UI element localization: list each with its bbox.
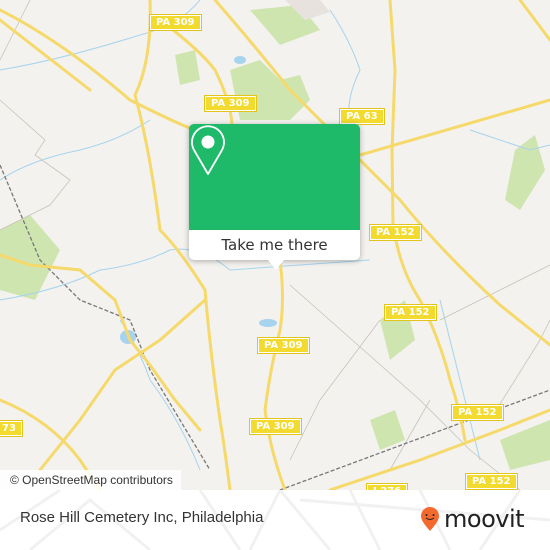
destination-popup: Take me there [189,124,360,270]
road-shield-pa152: PA 152 [384,304,437,321]
road-shield-pa152: PA 152 [465,473,518,490]
park [505,135,545,210]
park [175,50,200,85]
map-view[interactable]: PA 309 PA 309 PA 63 PA 152 PA 152 PA 309… [0,0,550,490]
take-me-there-button[interactable]: Take me there [189,230,360,260]
popup-header [189,124,360,230]
road-shield-pa152: PA 152 [369,224,422,241]
road-shield-pa152: PA 152 [451,404,504,421]
road-shield-pa309: PA 309 [249,418,302,435]
location-pin-icon [191,125,225,175]
road-shield-pa73: 73 [0,420,23,437]
moovit-pin-icon [421,507,439,531]
footer-bar: Rose Hill Cemetery Inc, Philadelphia moo… [0,490,550,550]
road-shield-pa309: PA 309 [149,14,202,31]
moovit-logo[interactable]: moovit [420,505,525,533]
brand-name: moovit [444,505,525,533]
map-attribution[interactable]: © OpenStreetMap contributors [0,470,181,490]
park [230,60,310,120]
place-name: Rose Hill Cemetery Inc, Philadelphia [20,509,264,526]
popup-pointer [268,260,284,270]
road-shield-pa309: PA 309 [257,337,310,354]
park [370,410,405,450]
road-shield-pa309: PA 309 [204,95,257,112]
road-shield-pa63: PA 63 [339,108,385,125]
